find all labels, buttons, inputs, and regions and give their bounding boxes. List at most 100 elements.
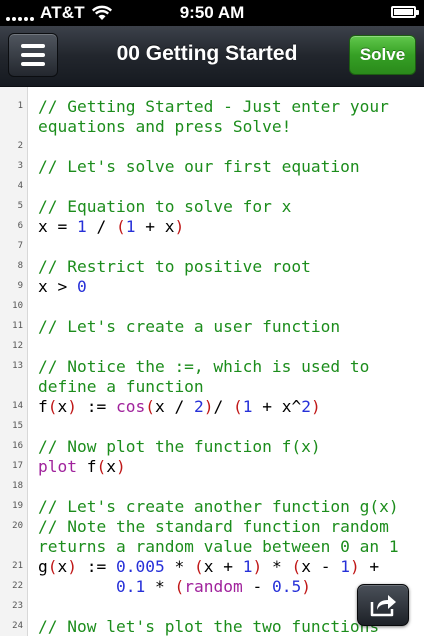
code-token: cos (115, 397, 146, 416)
code-token: x (57, 397, 68, 416)
code-editor[interactable]: 1 // Getting Started - Just enter your equ… (0, 87, 424, 636)
line-number: 16 (12, 441, 23, 451)
code-line[interactable]: equations and press Solve! (0, 117, 424, 137)
line-number: 6 (17, 221, 23, 231)
code-token: * (262, 557, 292, 576)
code-token: := (77, 397, 116, 416)
code-line[interactable]: 8 // Restrict to positive root (0, 257, 424, 277)
solve-button[interactable]: Solve (349, 35, 416, 75)
line-number: 3 (17, 161, 23, 171)
code-line[interactable]: 4 (0, 177, 424, 197)
share-icon (370, 595, 396, 617)
code-token: ( (193, 557, 204, 576)
code-line[interactable]: 6 x = 1 / (1 + x) (0, 217, 424, 237)
code-line[interactable]: 17 plot f(x) (0, 457, 424, 477)
share-button[interactable] (357, 584, 409, 626)
code-text: equations and press Solve! (38, 117, 291, 137)
line-number: 23 (12, 601, 23, 611)
code-text: define a function (38, 377, 204, 397)
code-token: // Let's solve our first equation (38, 157, 360, 176)
code-token: ( (232, 397, 243, 416)
code-line[interactable]: 2 (0, 137, 424, 157)
code-text: // Getting Started - Just enter your (38, 97, 389, 117)
code-line[interactable]: 18 (0, 477, 424, 497)
code-line[interactable]: 10 (0, 297, 424, 317)
code-token: ) (67, 397, 77, 416)
line-number: 13 (12, 361, 23, 371)
code-token: ) (203, 397, 214, 416)
code-line[interactable]: 16 // Now plot the function f(x) (0, 437, 424, 457)
code-token: * (145, 577, 175, 596)
code-text: // Notice the :=, which is used to (38, 357, 369, 377)
code-token: + (359, 557, 380, 576)
status-time: 9:50 AM (179, 3, 245, 22)
code-line[interactable]: 20 // Note the standard function random (0, 517, 424, 537)
line-number: 18 (12, 481, 23, 491)
code-text: x = 1 / (1 + x) (38, 217, 184, 237)
code-token: * (164, 557, 194, 576)
line-number: 20 (12, 521, 23, 531)
code-line[interactable]: 5 // Equation to solve for x (0, 197, 424, 217)
code-token: ) (174, 217, 185, 236)
code-line[interactable]: 21 g(x) := 0.005 * (x + 1) * (x - 1) + (0, 557, 424, 577)
code-token: f (38, 397, 48, 416)
code-line[interactable]: 15 (0, 417, 424, 437)
code-token: ( (291, 557, 302, 576)
code-text: // Let's create a user function (38, 317, 340, 337)
nav-bar: 00 Getting Started Solve (0, 26, 424, 87)
code-token: define a function (38, 377, 204, 396)
code-line[interactable]: 1 // Getting Started - Just enter your (0, 97, 424, 117)
code-text: // Let's create another function g(x) (38, 497, 399, 517)
code-line[interactable]: 19 // Let's create another function g(x) (0, 497, 424, 517)
code-text: // Restrict to positive root (38, 257, 311, 277)
code-token: x / (154, 397, 194, 416)
code-token: x > (38, 277, 77, 296)
code-token: ( (174, 577, 185, 596)
code-line[interactable]: 3 // Let's solve our first equation (0, 157, 424, 177)
code-text: // Equation to solve for x (38, 197, 291, 217)
code-token: := (77, 557, 116, 576)
code-line[interactable]: 14 f(x) := cos(x / 2)/ (1 + x^2) (0, 397, 424, 417)
code-line[interactable]: 13 // Notice the :=, which is used to (0, 357, 424, 377)
code-token: 0.1 (115, 577, 146, 596)
code-line[interactable]: 11 // Let's create a user function (0, 317, 424, 337)
line-number: 24 (12, 621, 23, 631)
code-token: // Now let's plot the two functions (38, 617, 380, 636)
code-token: // Let's create another function g(x) (38, 497, 399, 516)
code-token: // Restrict to positive root (38, 257, 311, 276)
line-number: 10 (12, 301, 23, 311)
code-token: random (184, 577, 243, 596)
code-token: x (106, 457, 116, 476)
code-line[interactable]: returns a random value between 0 an 1 (0, 537, 424, 557)
code-token: 0.005 (115, 557, 165, 576)
code-token: x - (301, 557, 341, 576)
code-text: plot f(x) (38, 457, 126, 477)
battery-fill (394, 9, 413, 15)
code-line[interactable]: 7 (0, 237, 424, 257)
code-line[interactable]: 12 (0, 337, 424, 357)
menu-button[interactable] (8, 33, 58, 77)
document-title: 00 Getting Started (116, 42, 298, 65)
line-number: 4 (17, 181, 23, 191)
code-text: f(x) := cos(x / 2)/ (1 + x^2) (38, 397, 321, 417)
code-token: ( (115, 217, 126, 236)
code-text: // Now let's plot the two functions (38, 617, 379, 636)
battery-icon (391, 6, 419, 18)
line-number: 9 (17, 281, 23, 291)
code-token: x (57, 557, 68, 576)
code-line[interactable]: define a function (0, 377, 424, 397)
code-text: // Let's solve our first equation (38, 157, 360, 177)
code-token: returns a random value between 0 an 1 (38, 537, 399, 556)
line-number: 11 (12, 321, 23, 331)
code-token: ) (349, 557, 360, 576)
line-number: 17 (12, 461, 23, 471)
code-token: ( (96, 457, 107, 476)
code-token: ( (145, 397, 155, 416)
code-token: / (213, 397, 233, 416)
line-number: 8 (17, 261, 23, 271)
code-token: 0.5 (271, 577, 302, 596)
hamburger-icon-bar (21, 53, 45, 57)
code-line[interactable]: 9 x > 0 (0, 277, 424, 297)
code-token: // Let's create a user function (38, 317, 341, 336)
